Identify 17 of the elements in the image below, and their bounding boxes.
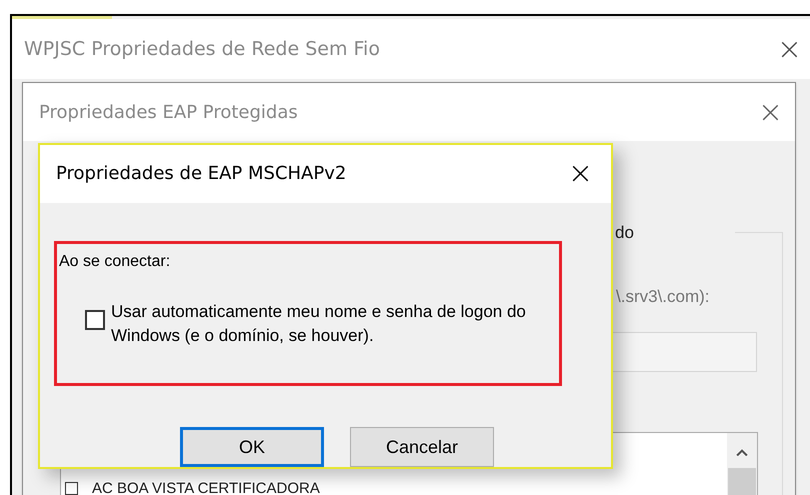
close-button[interactable]: × [776,26,802,72]
scroll-thumb[interactable] [728,468,756,495]
group-label: Ao se conectar: [59,252,172,272]
close-button[interactable]: × [568,151,593,196]
window-title: Propriedades EAP Protegidas [39,100,298,124]
close-button[interactable]: × [758,90,783,134]
label-text: do [615,222,634,244]
dialog-title: Propriedades de EAP MSCHAPv2 [56,162,346,186]
list-item[interactable]: AC BOA VISTA CERTIFICADORA [92,481,320,495]
checkbox[interactable] [65,482,78,495]
scroll-up-icon[interactable] [735,449,749,456]
dialog-button[interactable]: OK [180,427,324,467]
checkbox[interactable] [85,310,105,330]
window-title: WPJSC Propriedades de Rede Sem Fio [24,36,380,62]
dialog-button[interactable]: Cancelar [350,427,494,467]
checkbox-label[interactable]: Usar automaticamente meu nome e senha de logon do Windows (e o domínio, se houver). [111,300,536,348]
server-label: \.srv3\.com): [616,286,710,308]
